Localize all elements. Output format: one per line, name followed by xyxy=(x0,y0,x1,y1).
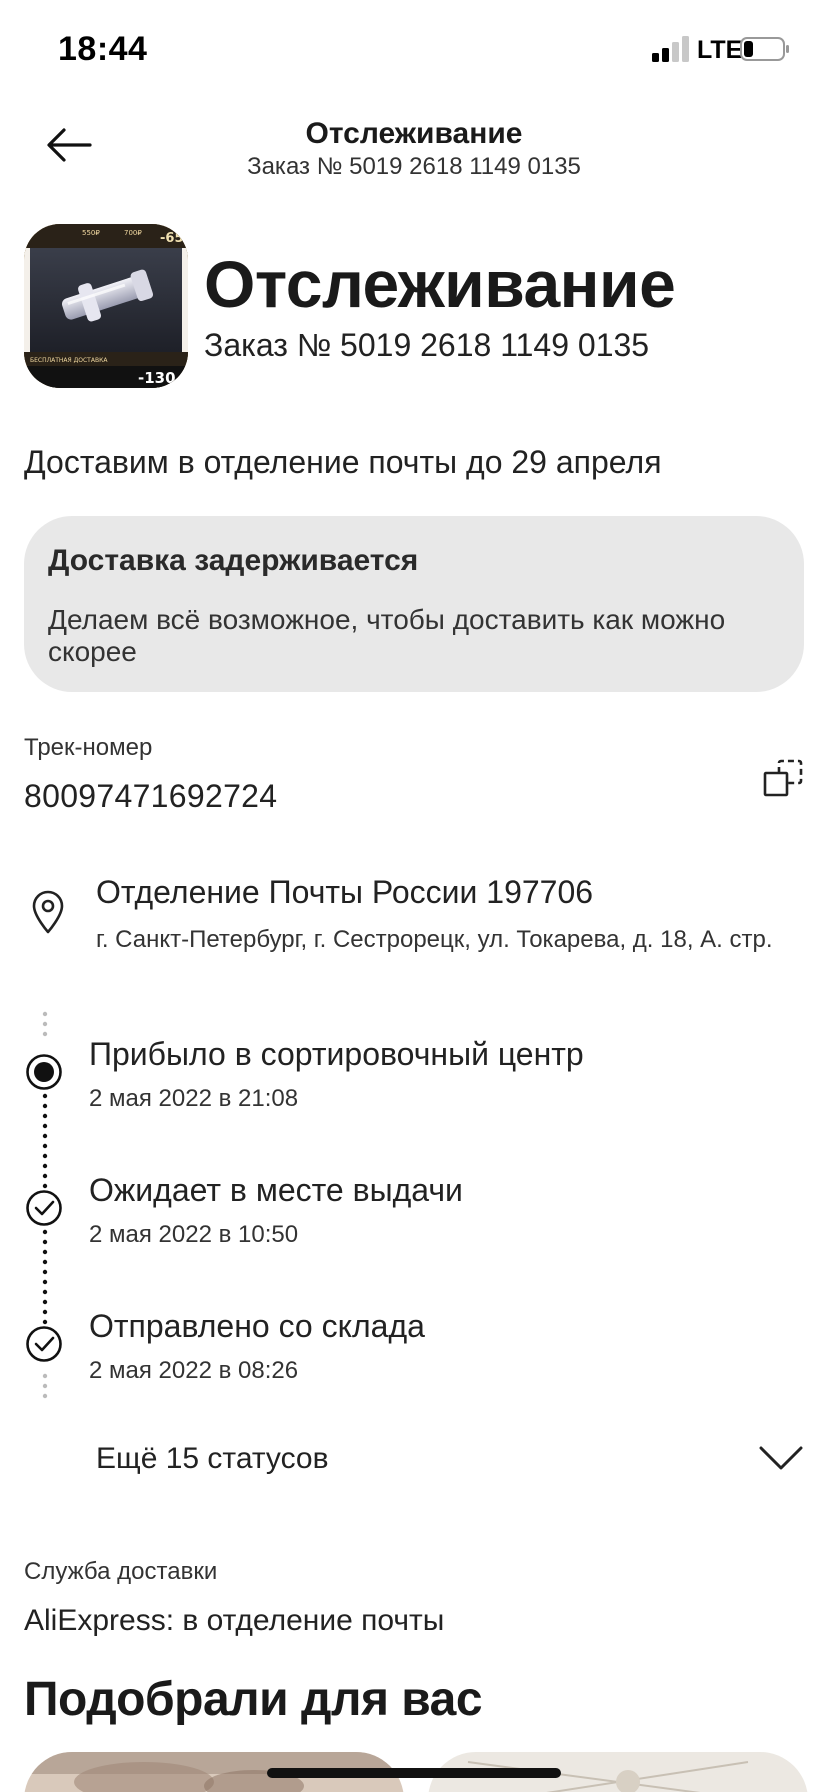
signal-icon xyxy=(652,36,689,62)
delay-notice-text: Делаем всё возможное, чтобы доставить ка… xyxy=(48,604,726,667)
timeline-event-time: 2 мая 2022 в 21:08 xyxy=(89,1085,299,1112)
product-photo: 550₽ 700₽ -65 БЕСПЛАТНАЯ ДОСТАВКА -130 xyxy=(24,224,188,388)
nav-header: Отслеживание Заказ № 5019 2618 1149 0135 xyxy=(0,105,828,185)
timeline-event-time: 2 мая 2022 в 10:50 xyxy=(89,1221,299,1248)
timeline-event-title: Отправлено со склада xyxy=(89,1308,425,1344)
nav-title: Отслеживание xyxy=(305,117,523,150)
location-pin-icon xyxy=(32,890,64,934)
post-office-address: г. Санкт-Петербург, г. Сестрорецк, ул. Т… xyxy=(96,926,773,953)
price-tag-1: 550₽ xyxy=(82,229,100,237)
more-statuses-button[interactable]: Ещё 15 статусов xyxy=(0,1436,828,1486)
delay-notice-title: Доставка задерживается xyxy=(48,544,419,577)
discount-badge: -130 xyxy=(138,369,176,387)
home-indicator[interactable] xyxy=(267,1768,561,1778)
more-statuses-label: Ещё 15 статусов xyxy=(96,1442,329,1475)
track-number-value: 80097471692724 xyxy=(24,778,278,814)
delivery-eta: Доставим в отделение почты до 29 апреля xyxy=(24,444,662,480)
timeline-event-title: Прибыло в сортировочный центр xyxy=(89,1036,584,1072)
status-time: 18:44 xyxy=(58,30,148,68)
page-title: Отслеживание xyxy=(204,247,676,321)
network-type: LTE xyxy=(697,36,743,64)
discount-badge-top: -65 xyxy=(160,231,184,246)
checkmark-icon xyxy=(26,1190,62,1226)
delivery-service-label: Служба доставки xyxy=(24,1558,218,1585)
product-image[interactable]: 550₽ 700₽ -65 БЕСПЛАТНАЯ ДОСТАВКА -130 xyxy=(24,224,188,388)
checkmark-icon xyxy=(26,1326,62,1362)
post-office-name: Отделение Почты России 197706 xyxy=(96,874,594,910)
price-tag-2: 700₽ xyxy=(124,229,142,237)
delay-notice-card: Доставка задерживается Делаем всё возмож… xyxy=(24,516,804,692)
recommendations-title: Подобрали для вас xyxy=(24,1673,483,1726)
status-bar: 18:44 LTE xyxy=(0,0,828,100)
timeline-event-time: 2 мая 2022 в 08:26 xyxy=(89,1357,299,1384)
current-status-icon xyxy=(26,1054,62,1090)
order-number: Заказ № 5019 2618 1149 0135 xyxy=(204,327,650,363)
copy-icon[interactable] xyxy=(762,756,806,800)
product-banner: БЕСПЛАТНАЯ ДОСТАВКА xyxy=(30,357,108,364)
delivery-service-value: AliExpress: в отделение почты xyxy=(24,1604,445,1637)
chevron-down-icon xyxy=(759,1446,803,1470)
track-number-label: Трек-номер xyxy=(24,734,153,761)
timeline-event-title: Ожидает в месте выдачи xyxy=(89,1172,463,1208)
nav-subtitle: Заказ № 5019 2618 1149 0135 xyxy=(247,153,581,180)
battery-icon xyxy=(740,37,789,61)
